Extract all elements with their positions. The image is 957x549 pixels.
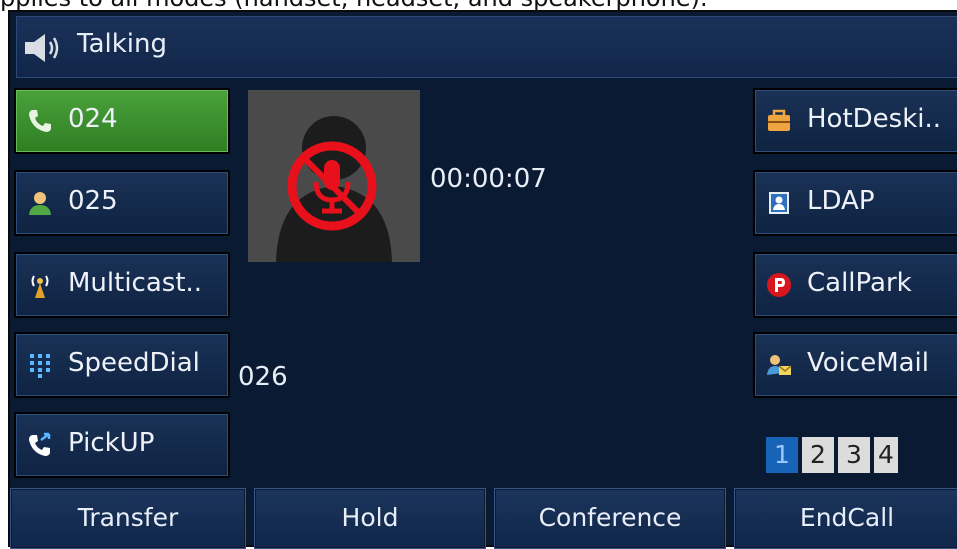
line-key-025[interactable]: 025	[14, 170, 230, 236]
directory-icon	[769, 192, 789, 214]
line-key-label: PickUP	[68, 428, 155, 458]
phone-handset-icon	[29, 110, 51, 132]
pickup-icon	[29, 432, 51, 456]
line-key-label: Multicast..	[68, 268, 203, 298]
parking-icon	[767, 273, 791, 297]
page-1-button[interactable]: 1	[766, 437, 798, 473]
conference-softkey[interactable]: Conference	[494, 488, 726, 549]
page-3-button[interactable]: 3	[838, 437, 870, 473]
line-key-label: HotDeski..	[807, 104, 942, 134]
page-2-button[interactable]: 2	[802, 437, 834, 473]
contact-icon	[29, 192, 51, 215]
line-key-label: VoiceMail	[807, 348, 930, 378]
status-bar: Talking	[16, 16, 957, 78]
voicemail-icon	[767, 355, 792, 375]
line-key-024[interactable]: 024	[14, 88, 230, 154]
page-4-button[interactable]: 4	[874, 437, 898, 473]
line-key-hotdesking[interactable]: HotDeski..	[753, 88, 957, 154]
line-key-pickup[interactable]: PickUP	[14, 412, 230, 478]
line-key-label: CallPark	[807, 268, 912, 298]
document-caption: pplies to all modes (handset, headset, a…	[0, 0, 957, 10]
line-key-callpark[interactable]: CallPark	[753, 252, 957, 318]
mute-icon	[287, 141, 377, 231]
line-key-label: 025	[68, 186, 118, 216]
line-key-label: 024	[68, 104, 118, 134]
call-state-label: Talking	[77, 29, 167, 59]
dialpad-icon	[30, 354, 50, 378]
line-key-speeddial[interactable]: SpeedDial	[14, 332, 230, 398]
line-key-voicemail[interactable]: VoiceMail	[753, 332, 957, 398]
line-key-label: SpeedDial	[68, 348, 200, 378]
line-key-ldap[interactable]: LDAP	[753, 170, 957, 236]
line-key-label: LDAP	[807, 186, 875, 216]
call-duration: 00:00:07	[430, 164, 547, 194]
hold-softkey[interactable]: Hold	[254, 488, 486, 549]
briefcase-icon	[768, 109, 790, 131]
phone-screen: Talking 024 025 Multicast.. SpeedDial Pi…	[8, 10, 957, 549]
remote-number: 026	[238, 362, 288, 392]
antenna-icon	[31, 275, 49, 298]
line-key-multicast[interactable]: Multicast..	[14, 252, 230, 318]
transfer-softkey[interactable]: Transfer	[10, 488, 246, 549]
endcall-softkey[interactable]: EndCall	[734, 488, 957, 549]
speaker-icon	[25, 34, 59, 62]
